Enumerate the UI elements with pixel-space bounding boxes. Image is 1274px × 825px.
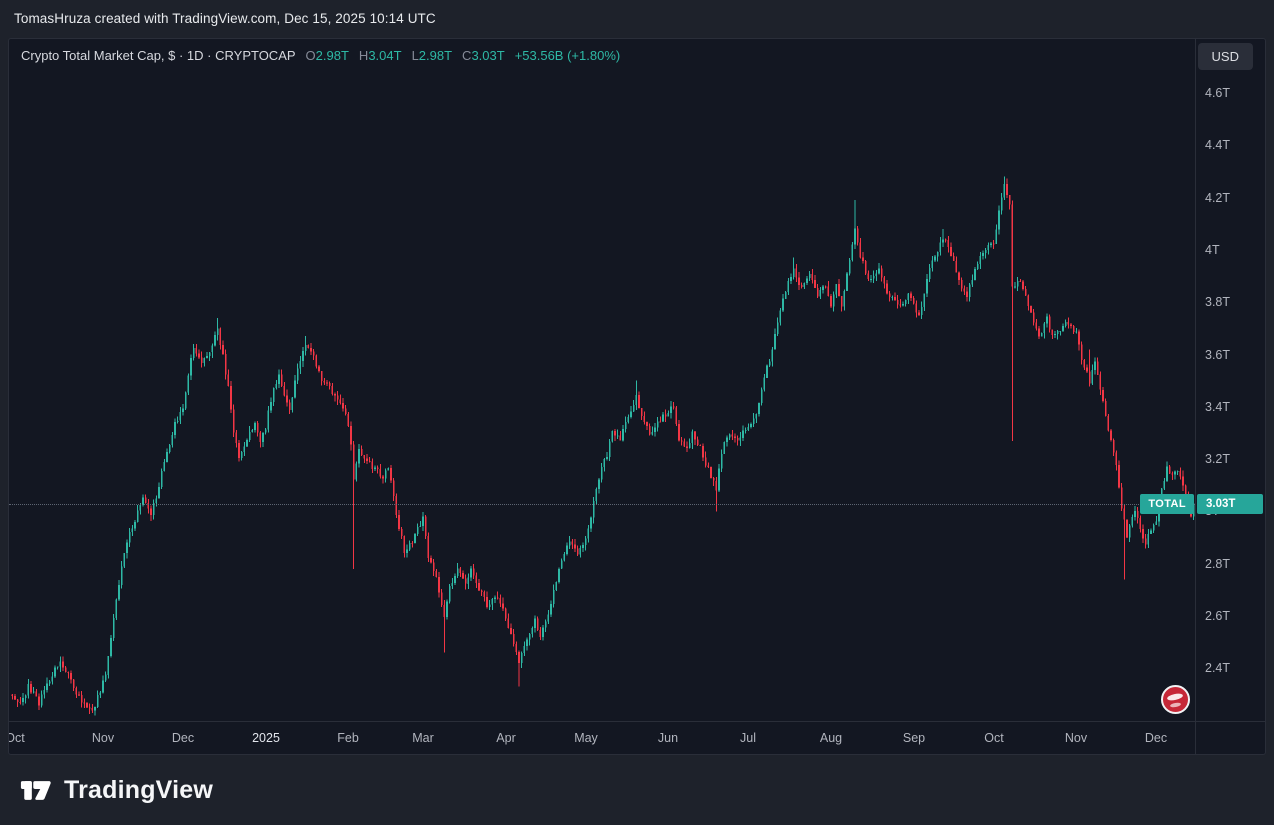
price-tick: 4.6T (1205, 85, 1230, 101)
time-tick: Jul (740, 731, 756, 745)
time-tick: Feb (337, 731, 359, 745)
tradingview-logo-icon[interactable] (20, 777, 53, 804)
time-tick: Aug (820, 731, 842, 745)
price-tick: 3.8T (1205, 294, 1230, 310)
price-tick: 2.4T (1205, 660, 1230, 676)
axis-corner (1195, 721, 1265, 754)
time-tick: Oct (984, 731, 1003, 745)
time-tick: 2025 (252, 731, 280, 745)
open-value: 2.98T (316, 48, 349, 63)
change-value: +53.56B (+1.80%) (515, 48, 621, 63)
symbol-title[interactable]: Crypto Total Market Cap, $ · 1D · CRYPTO… (21, 48, 296, 63)
time-tick: Mar (412, 731, 434, 745)
time-tick: Nov (1065, 731, 1087, 745)
time-tick: Sep (903, 731, 925, 745)
price-axis[interactable]: 4.6T4.4T4.2T4T3.8T3.6T3.4T3.2T3T2.8T2.6T… (1195, 39, 1265, 721)
attribution-text: TomasHruza created with TradingView.com,… (14, 11, 436, 26)
ohlc-high: H3.04T (359, 48, 402, 63)
time-tick: Oct (9, 731, 25, 745)
price-tick: 2.6T (1205, 608, 1230, 624)
price-tick: 3.2T (1205, 451, 1230, 467)
symbol-logo (1161, 685, 1190, 714)
usd-button[interactable]: USD (1198, 43, 1253, 70)
low-label: L (412, 48, 419, 63)
ohlc-open: O2.98T (306, 48, 349, 63)
high-label: H (359, 48, 368, 63)
low-value: 2.98T (419, 48, 452, 63)
price-tick: 4.2T (1205, 190, 1230, 206)
high-value: 3.04T (368, 48, 401, 63)
time-tick: Jun (658, 731, 678, 745)
price-tick: 2.8T (1205, 556, 1230, 572)
time-tick: Nov (92, 731, 114, 745)
tradingview-wordmark[interactable]: TradingView (64, 776, 213, 805)
ohlc-low: L2.98T (412, 48, 452, 63)
candlestick-plot[interactable] (9, 39, 1195, 725)
time-tick: Dec (1145, 731, 1167, 745)
price-tick: 3.4T (1205, 399, 1230, 415)
chart-panel: Crypto Total Market Cap, $ · 1D · CRYPTO… (8, 38, 1266, 755)
price-tick: 4T (1205, 242, 1220, 258)
brand-bar: TradingView (0, 755, 1274, 825)
time-tick: Apr (496, 731, 515, 745)
last-price-tag: 3.03T (1197, 494, 1263, 514)
ohlc-close: C3.03T (462, 48, 505, 63)
legend: Crypto Total Market Cap, $ · 1D · CRYPTO… (21, 48, 620, 63)
open-label: O (306, 48, 316, 63)
price-tick: 4.4T (1205, 137, 1230, 153)
price-tick: 3.6T (1205, 347, 1230, 363)
time-tick: May (574, 731, 598, 745)
last-price-line (9, 504, 1195, 505)
time-axis[interactable]: Oct Nov Dec 2025 Feb Mar Apr May Jun Jul Aug Sep Oct… (9, 721, 1195, 754)
attribution-bar: TomasHruza created with TradingView.com,… (0, 0, 1274, 38)
close-value: 3.03T (471, 48, 504, 63)
time-tick: Dec (172, 731, 194, 745)
symbol-name-tag: TOTAL (1140, 494, 1194, 514)
